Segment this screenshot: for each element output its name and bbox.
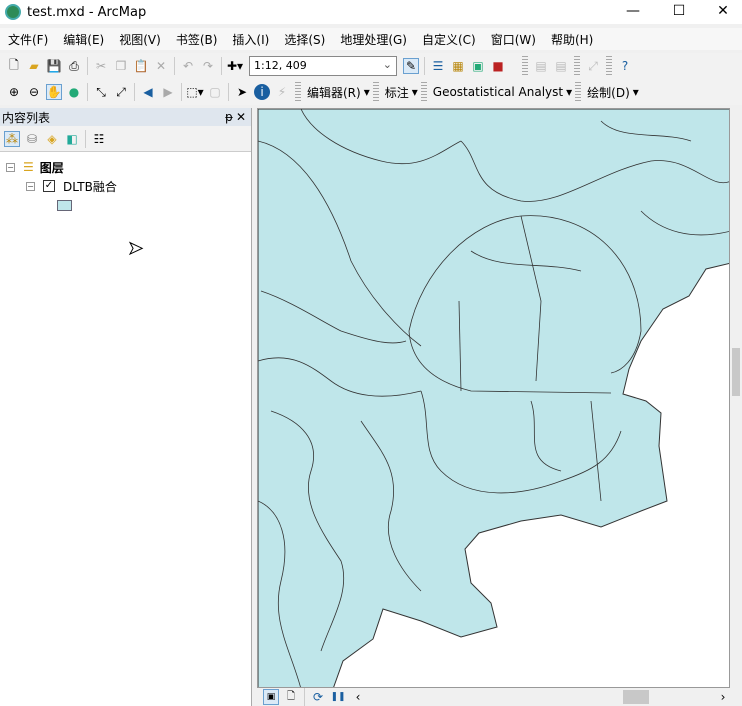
close-panel-icon[interactable]: ✕	[236, 110, 246, 124]
clear-selection-icon[interactable]: ▢	[207, 84, 223, 100]
pin-icon[interactable]: ᵽ	[225, 110, 233, 124]
collapse-icon[interactable]: −	[6, 162, 15, 172]
toc-title: 内容列表	[2, 110, 51, 125]
add-data-icon[interactable]: ✚▾	[227, 58, 243, 74]
save-icon[interactable]: 💾	[46, 58, 62, 74]
tools-toolbar: ⊕ ⊖ ✋ ● ⤡ ⤢ ◀ ▶ ⬚▾ ▢ ➤ i ⚡ 编辑器(R) ▾ 标注 ▾ G…	[0, 79, 742, 105]
hyperlink-icon[interactable]: ⚡	[274, 84, 290, 100]
list-by-source-icon[interactable]: ⛁	[24, 131, 40, 147]
pause-drawing-icon[interactable]: ❚❚	[330, 689, 346, 705]
layout-view-icon[interactable]: 🗋	[283, 689, 299, 705]
menu-insert[interactable]: 插入(I)	[224, 31, 276, 48]
chevron-down-icon: ▾	[566, 85, 573, 99]
window-title: test.mxd - ArcMap	[27, 4, 147, 20]
close-button[interactable]: ✕	[700, 0, 742, 24]
menu-selection[interactable]: 选择(S)	[276, 31, 332, 48]
map-view[interactable]	[257, 108, 730, 688]
menu-windows[interactable]: 窗口(W)	[483, 31, 543, 48]
scroll-right-icon[interactable]: ›	[715, 689, 731, 705]
identify-icon[interactable]: i	[254, 84, 270, 100]
editor-menu[interactable]: 编辑器(R)	[304, 84, 364, 101]
print-icon[interactable]: ⎙	[66, 58, 82, 74]
menu-geoprocessing[interactable]: 地理处理(G)	[332, 31, 414, 48]
layers-icon: ☰	[23, 160, 34, 174]
chevron-down-icon: ▾	[363, 85, 370, 99]
redo-icon[interactable]: ↷	[200, 58, 216, 74]
vertical-scrollbar[interactable]	[730, 108, 742, 688]
scale-value: 1:12, 409	[254, 59, 307, 72]
disabled-tool-icon[interactable]: ▤	[553, 58, 569, 74]
fixed-zoom-in-icon[interactable]: ⤡	[93, 84, 109, 100]
scale-combobox[interactable]: 1:12, 409 ⌄	[249, 56, 397, 76]
standard-toolbar: 🗋 ▰ 💾 ⎙ ✂ ❐ 📋 ✕ ↶ ↷ ✚▾ 1:12, 409 ⌄ ✎ ☰ ▦ …	[0, 53, 742, 79]
menu-bookmarks[interactable]: 书签(B)	[168, 31, 225, 48]
menu-file[interactable]: 文件(F)	[0, 31, 55, 48]
layer-symbol[interactable]	[57, 200, 72, 211]
drawing-menu[interactable]: 绘制(D)	[584, 84, 633, 101]
disabled-tool-icon[interactable]: ⤢	[585, 58, 601, 74]
collapse-icon[interactable]: −	[26, 181, 35, 191]
menu-bar: 文件(F) 编辑(E) 视图(V) 书签(B) 插入(I) 选择(S) 地理处理…	[0, 28, 742, 50]
layer-group-row[interactable]: − ☰ 图层	[6, 158, 64, 176]
layer-row[interactable]: − ✓ DLTB融合	[26, 177, 117, 195]
menu-help[interactable]: 帮助(H)	[543, 31, 600, 48]
delete-icon[interactable]: ✕	[153, 58, 169, 74]
cut-icon[interactable]: ✂	[93, 58, 109, 74]
back-icon[interactable]: ◀	[140, 84, 156, 100]
full-extent-icon[interactable]: ●	[66, 84, 82, 100]
scroll-left-icon[interactable]: ‹	[350, 689, 366, 705]
maximize-button[interactable]: ☐	[656, 0, 702, 24]
forward-icon[interactable]: ▶	[160, 84, 176, 100]
menu-customize[interactable]: 自定义(C)	[414, 31, 483, 48]
minimize-button[interactable]: —	[610, 0, 656, 24]
map-bottom-bar: ▣ 🗋 ⟳ ❚❚ ‹ ›	[257, 688, 742, 706]
table-of-contents-panel: 内容列表 ᵽ ✕ ⁂ ⛁ ◈ ◧ ☷ − ☰ 图层 − ✓ DLTB融合 ➤	[0, 108, 252, 706]
new-icon[interactable]: 🗋	[6, 58, 22, 74]
map-canvas	[258, 109, 729, 687]
copy-icon[interactable]: ❐	[113, 58, 129, 74]
mouse-cursor-icon: ➤	[127, 238, 144, 260]
vertical-scroll-thumb[interactable]	[732, 348, 740, 396]
layer-group-label[interactable]: 图层	[40, 159, 64, 176]
data-view-icon[interactable]: ▣	[263, 689, 279, 705]
list-by-drawing-order-icon[interactable]: ⁂	[4, 130, 20, 147]
undo-icon[interactable]: ↶	[180, 58, 196, 74]
arctoolbox-icon[interactable]: ■	[490, 58, 506, 74]
open-icon[interactable]: ▰	[26, 58, 42, 74]
list-by-visibility-icon[interactable]: ◈	[44, 131, 60, 147]
labeling-menu[interactable]: 标注	[382, 84, 412, 101]
arcmap-icon	[5, 4, 21, 20]
layer-label[interactable]: DLTB融合	[63, 178, 117, 195]
zoom-out-icon[interactable]: ⊖	[26, 84, 42, 100]
paste-icon[interactable]: 📋	[133, 58, 149, 74]
help-icon[interactable]: ?	[617, 58, 633, 74]
horizontal-scroll-thumb[interactable]	[623, 690, 649, 704]
pan-icon[interactable]: ✋	[46, 84, 62, 100]
fixed-zoom-out-icon[interactable]: ⤢	[113, 84, 129, 100]
title-bar: test.mxd - ArcMap — ☐ ✕	[0, 0, 742, 24]
chevron-down-icon: ⌄	[382, 58, 392, 71]
refresh-icon[interactable]: ⟳	[310, 689, 326, 705]
select-features-icon[interactable]: ⬚▾	[186, 84, 203, 100]
search-window-icon[interactable]: ▣	[470, 58, 486, 74]
zoom-in-icon[interactable]: ⊕	[6, 84, 22, 100]
menu-edit[interactable]: 编辑(E)	[55, 31, 111, 48]
disabled-tool-icon[interactable]: ▤	[533, 58, 549, 74]
chevron-down-icon: ▾	[632, 85, 639, 99]
select-elements-icon[interactable]: ➤	[234, 84, 250, 100]
catalog-icon[interactable]: ▦	[450, 58, 466, 74]
editor-toolbar-icon[interactable]: ✎	[403, 58, 419, 74]
dltb-polygon-layer	[258, 109, 729, 687]
menu-view[interactable]: 视图(V)	[111, 31, 168, 48]
table-of-contents-icon[interactable]: ☰	[430, 58, 446, 74]
options-icon[interactable]: ☷	[91, 131, 107, 147]
chevron-down-icon: ▾	[411, 85, 418, 99]
toc-toolbar: ⁂ ⛁ ◈ ◧ ☷	[0, 126, 251, 152]
list-by-selection-icon[interactable]: ◧	[64, 131, 80, 147]
geostatistical-analyst-menu[interactable]: Geostatistical Analyst	[430, 85, 566, 99]
toc-header: 内容列表 ᵽ ✕	[0, 108, 251, 126]
layer-visibility-checkbox[interactable]: ✓	[43, 180, 55, 192]
